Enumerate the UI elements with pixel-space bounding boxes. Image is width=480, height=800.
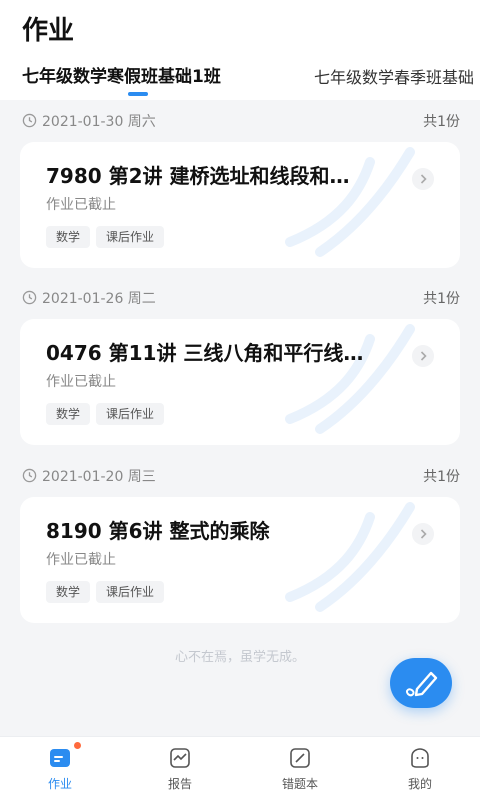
tag-subject: 数学 [46,581,91,603]
nav-report[interactable]: 报告 [120,737,240,800]
homework-status: 作业已截止 [46,374,116,390]
chevron-right-icon [412,168,434,190]
notification-badge [74,742,81,749]
tag-type: 课后作业 [96,581,165,603]
group-date: 2021-01-20 周三 [42,469,156,485]
profile-icon [411,748,429,768]
nav-homework[interactable]: 作业 [0,737,120,800]
class-tabs: 七年级数学寒假班基础1班 七年级数学春季班基础 [0,62,480,98]
group-date: 2021-01-30 周六 [42,114,156,130]
tab-winter-class[interactable]: 七年级数学寒假班基础1班 [22,62,221,87]
homework-card[interactable]: 8190 第6讲 整式的乘除 作业已截止 数学 课后作业 [20,497,460,623]
report-icon [170,748,190,768]
write-homework-button[interactable] [390,658,452,708]
homework-title: 7980 第2讲 建桥选址和线段和… [46,164,350,188]
active-tab-indicator [128,92,148,96]
tag-subject: 数学 [46,226,91,248]
homework-title: 8190 第6讲 整式的乘除 [46,519,270,543]
tag-list: 数学 课后作业 [46,403,170,425]
top-bar: 作业 七年级数学寒假班基础1班 七年级数学春季班基础 [0,0,480,100]
homework-status: 作业已截止 [46,197,116,213]
nav-mistake-book[interactable]: 错题本 [240,737,360,800]
tag-type: 课后作业 [96,226,165,248]
clock-icon [22,468,37,483]
homework-title: 0476 第11讲 三线八角和平行线… [46,341,364,365]
group-date: 2021-01-26 周二 [42,291,156,307]
nav-label: 作业 [47,777,72,791]
group-header: 2021-01-30 周六 共1份 [22,111,460,131]
nav-label: 错题本 [281,777,318,791]
homework-card[interactable]: 0476 第11讲 三线八角和平行线… 作业已截止 数学 课后作业 [20,319,460,445]
nav-label: 报告 [167,777,192,791]
homework-card[interactable]: 7980 第2讲 建桥选址和线段和… 作业已截止 数学 课后作业 [20,142,460,268]
group-count: 共1份 [423,114,460,130]
group-count: 共1份 [423,469,460,485]
clock-icon [22,290,37,305]
group-header: 2021-01-20 周三 共1份 [22,466,460,486]
chevron-right-icon [412,523,434,545]
nav-label: 我的 [407,777,432,791]
group-count: 共1份 [423,291,460,307]
pen-icon [405,671,438,697]
nav-profile[interactable]: 我的 [360,737,480,800]
bottom-nav: 作业 报告 错题本 我的 [0,736,480,800]
homework-icon [50,749,70,767]
tab-spring-class[interactable]: 七年级数学春季班基础 [314,64,474,88]
tag-type: 课后作业 [96,403,165,425]
tag-list: 数学 课后作业 [46,226,170,248]
group-header: 2021-01-26 周二 共1份 [22,288,460,308]
tag-subject: 数学 [46,403,91,425]
clock-icon [22,113,37,128]
homework-status: 作业已截止 [46,552,116,568]
chevron-right-icon [412,345,434,367]
mistake-book-icon [290,748,310,768]
page-title: 作业 [22,16,75,46]
tag-list: 数学 课后作业 [46,581,170,603]
